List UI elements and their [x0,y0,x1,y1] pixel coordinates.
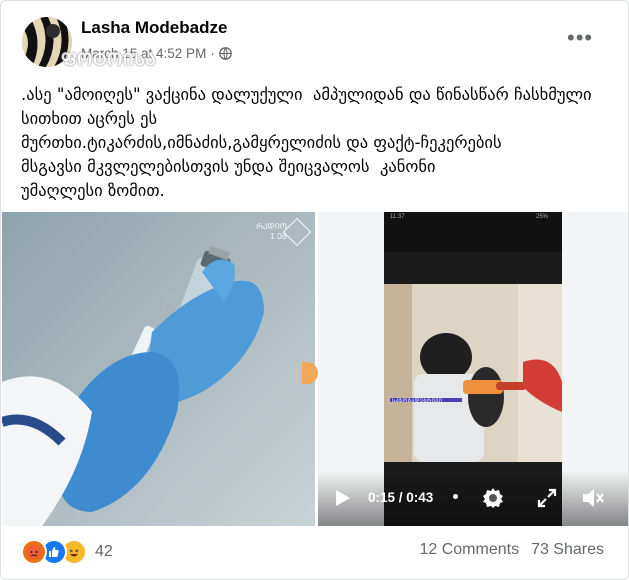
author-name[interactable]: Lasha Modebadze [81,18,227,38]
play-icon[interactable] [335,489,351,507]
meta-separator: · [210,46,215,61]
video-caption-strip: ᲡᲐᲖᲝᲒᲐᲓᲔᲑᲠᲘᲕᲘ [392,398,443,404]
vaccine-photo[interactable]: ᲠᲐᲓᲘᲝ 1 ᲔᲛ [2,212,315,526]
fullscreen-icon[interactable] [537,488,557,508]
comments-count-link[interactable]: 12 Comments [419,541,519,559]
post-media[interactable]: ᲠᲐᲓᲘᲝ 1 ᲔᲛ 11:37 25% ᲡᲐᲖᲝᲒᲐᲓᲔᲑᲠᲘᲕᲘ [2,212,628,526]
mute-icon[interactable] [581,487,605,509]
more-options-icon[interactable]: ••• [567,27,593,49]
profile-frame-watermark: ᲤᲝᲢᲝᲘᲡᲐ [61,50,157,69]
shares-count-link[interactable]: 73 Shares [531,541,604,559]
carousel-next-icon[interactable] [302,362,318,384]
angry-react-icon [21,539,47,565]
phone-status-time: 11:37 [390,214,405,220]
settings-gear-icon[interactable] [481,486,505,510]
phone-status-battery: 25% [536,214,549,220]
reaction-count[interactable]: 42 [95,543,113,561]
channel-logo-line2: 1 ᲔᲛ [270,232,287,241]
video-more-icon[interactable] [453,494,458,499]
post-text: .ასე "ამოიღეს" ვაქცინა დალუქული ამპულიდა… [21,85,592,200]
post-card: Lasha Modebadze March 15 at 4:52 PM · ᲤᲝ… [0,0,629,580]
video-time: 0:15 / 0:43 [368,490,434,505]
reaction-summary[interactable]: 42 [21,539,113,565]
globe-icon[interactable] [218,47,232,60]
post-stats: 12 Comments 73 Shares [419,541,604,559]
